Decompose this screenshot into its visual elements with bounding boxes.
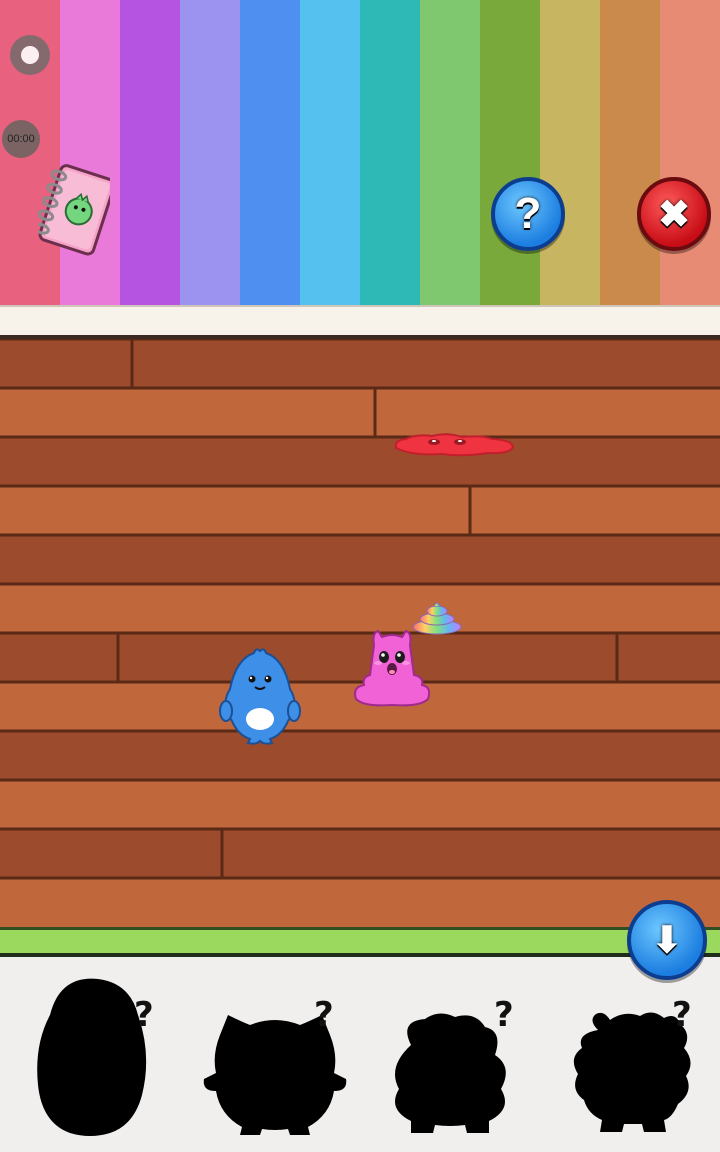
scroll-down-button[interactable]: ⬇ [627, 900, 707, 980]
question-mark-label: ? [494, 995, 514, 1035]
green-divider-strip [0, 927, 720, 957]
wall-trim [0, 305, 720, 339]
floor-plank [0, 878, 720, 927]
wall-stripe [600, 0, 660, 305]
wall-stripe [540, 0, 600, 305]
floor-plank [0, 486, 720, 535]
pink-slime-pet[interactable] [350, 625, 434, 709]
timer-badge: 00:00 [2, 120, 40, 158]
floor-plank [0, 731, 720, 780]
wall-stripe [120, 0, 180, 305]
close-button[interactable]: ✖ [637, 177, 711, 251]
red-slime-puddle[interactable] [392, 430, 516, 458]
question-mark-label: ? [314, 995, 334, 1035]
wall-stripe [240, 0, 300, 305]
floor-plank [0, 780, 720, 829]
question-mark-icon: ? [514, 189, 542, 238]
wall-stripe [480, 0, 540, 305]
floor-plank [0, 388, 720, 437]
close-x-icon: ✖ [658, 193, 690, 236]
wall-stripe [660, 0, 720, 305]
wall-stripe [180, 0, 240, 305]
question-mark-label: ? [134, 995, 154, 1035]
floor-plank [0, 339, 720, 388]
locked-pet-silhouette-1[interactable] [30, 975, 200, 1140]
help-button[interactable]: ? [491, 177, 565, 251]
blue-blob-pet[interactable] [218, 645, 302, 745]
record-button[interactable] [10, 35, 50, 75]
wall-stripe [360, 0, 420, 305]
floor-plank [0, 437, 720, 486]
question-mark-label: ? [672, 995, 692, 1035]
wall-stripe [420, 0, 480, 305]
wall-stripe [300, 0, 360, 305]
floor-plank [0, 829, 720, 878]
arrow-down-icon: ⬇ [651, 919, 683, 960]
floor-plank [0, 535, 720, 584]
journal-book-icon[interactable] [38, 162, 110, 264]
